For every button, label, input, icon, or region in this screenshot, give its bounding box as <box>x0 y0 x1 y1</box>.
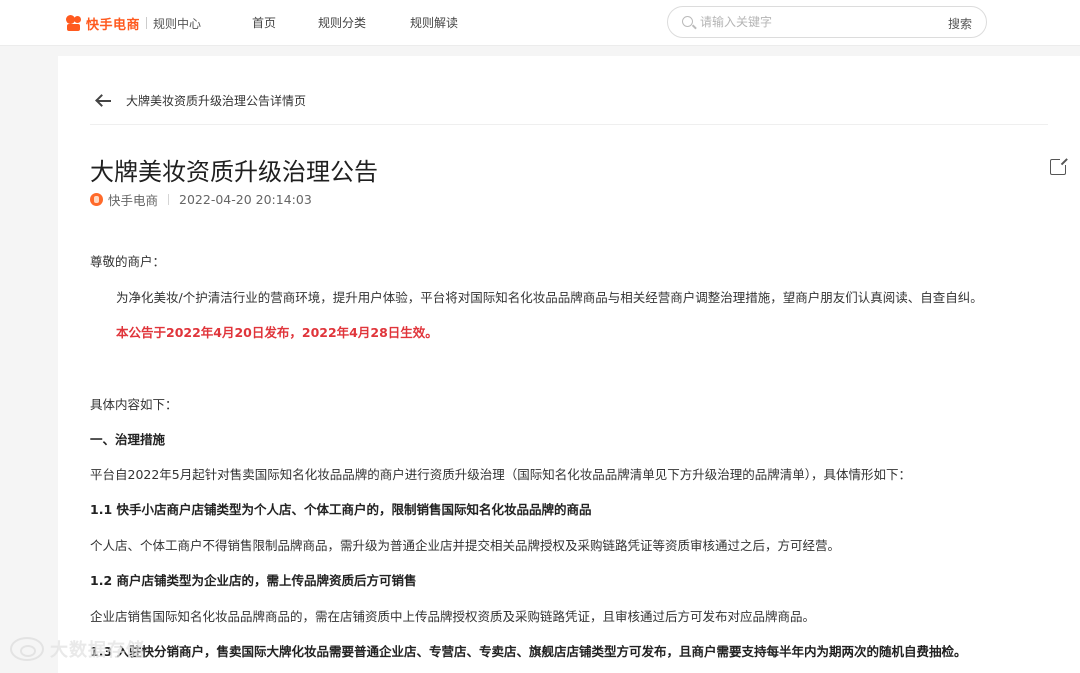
intro-paragraph: 为净化美妆/个护清洁行业的营商环境，提升用户体验，平台将对国际知名化妆品品牌商品… <box>116 290 983 305</box>
watermark-logo-icon <box>10 637 44 661</box>
brand-separator <box>146 17 148 29</box>
author-avatar-icon <box>90 193 103 206</box>
content-lead: 具体内容如下： <box>90 397 178 412</box>
nav-rule-categories[interactable]: 规则分类 <box>318 14 366 31</box>
article-meta: 快手电商 2022-04-20 20:14:03 <box>90 190 312 209</box>
section-1-description: 平台自2022年5月起针对售卖国际知名化妆品品牌的商户进行资质升级治理（国际知名… <box>90 467 912 482</box>
breadcrumb: 大牌美妆资质升级治理公告详情页 <box>96 92 306 109</box>
search-button[interactable]: 搜索 <box>948 15 972 32</box>
external-link-icon[interactable] <box>1050 157 1068 175</box>
article-datetime: 2022-04-20 20:14:03 <box>179 192 312 207</box>
article-card: 大牌美妆资质升级治理公告详情页 大牌美妆资质升级治理公告 快手电商 2022-0… <box>58 56 1080 673</box>
section-1-2-description: 企业店销售国际知名化妆品品牌商品的，需在店铺资质中上传品牌授权资质及采购链路凭证… <box>90 609 816 624</box>
greeting-text: 尊敬的商户： <box>90 254 166 269</box>
effective-date-notice: 本公告于2022年4月20日发布，2022年4月28日生效。 <box>116 325 438 340</box>
watermark: 大数据存储 <box>10 636 145 662</box>
nav-rule-interpretation[interactable]: 规则解读 <box>410 14 458 31</box>
brand-name: 快手电商 <box>86 17 141 33</box>
article-author: 快手电商 <box>108 193 159 208</box>
top-navigation-bar: 快手电商 规则中心 首页 规则分类 规则解读 搜索 <box>0 0 1080 46</box>
header-divider <box>90 124 1048 125</box>
brand-subtitle: 规则中心 <box>153 16 202 31</box>
section-1-heading: 一、治理措施 <box>90 432 166 447</box>
search-box: 搜索 <box>667 6 987 38</box>
search-input[interactable] <box>700 13 920 31</box>
breadcrumb-title: 大牌美妆资质升级治理公告详情页 <box>126 94 307 108</box>
article-title: 大牌美妆资质升级治理公告 <box>90 158 378 186</box>
search-icon <box>682 16 693 27</box>
section-1-1-description: 个人店、个体工商户不得销售限制品牌商品，需升级为普通企业店并提交相关品牌授权及采… <box>90 538 841 553</box>
section-1-1-heading: 1.1 快手小店商户店铺类型为个人店、个体工商户的，限制销售国际知名化妆品品牌的… <box>90 502 592 517</box>
brand-logo[interactable]: 快手电商 规则中心 <box>66 12 201 34</box>
section-1-2-heading: 1.2 商户店铺类型为企业店的，需上传品牌资质后方可销售 <box>90 573 417 588</box>
back-arrow-icon[interactable] <box>96 93 112 109</box>
nav-home[interactable]: 首页 <box>252 14 276 31</box>
meta-separator <box>168 194 170 205</box>
section-1-3-heading: 1.3 入驻快分销商户，售卖国际大牌化妆品需要普通企业店、专营店、专卖店、旗舰店… <box>90 644 967 659</box>
kuaishou-logo-icon <box>66 15 82 31</box>
watermark-text: 大数据存储 <box>50 640 145 661</box>
